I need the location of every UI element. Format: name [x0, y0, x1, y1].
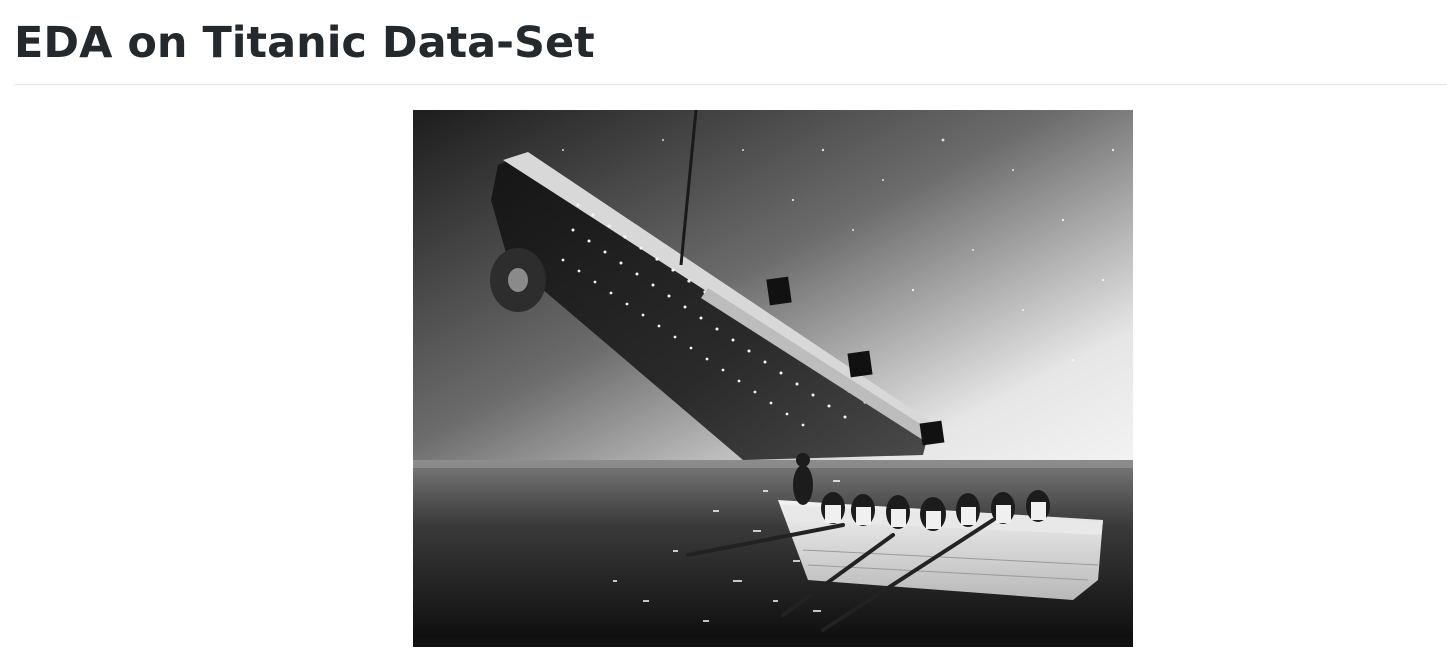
title-divider [14, 84, 1447, 85]
page-title: EDA on Titanic Data-Set [14, 18, 595, 68]
titanic-sinking-illustration [413, 110, 1133, 647]
titanic-sinking-image [413, 110, 1133, 647]
